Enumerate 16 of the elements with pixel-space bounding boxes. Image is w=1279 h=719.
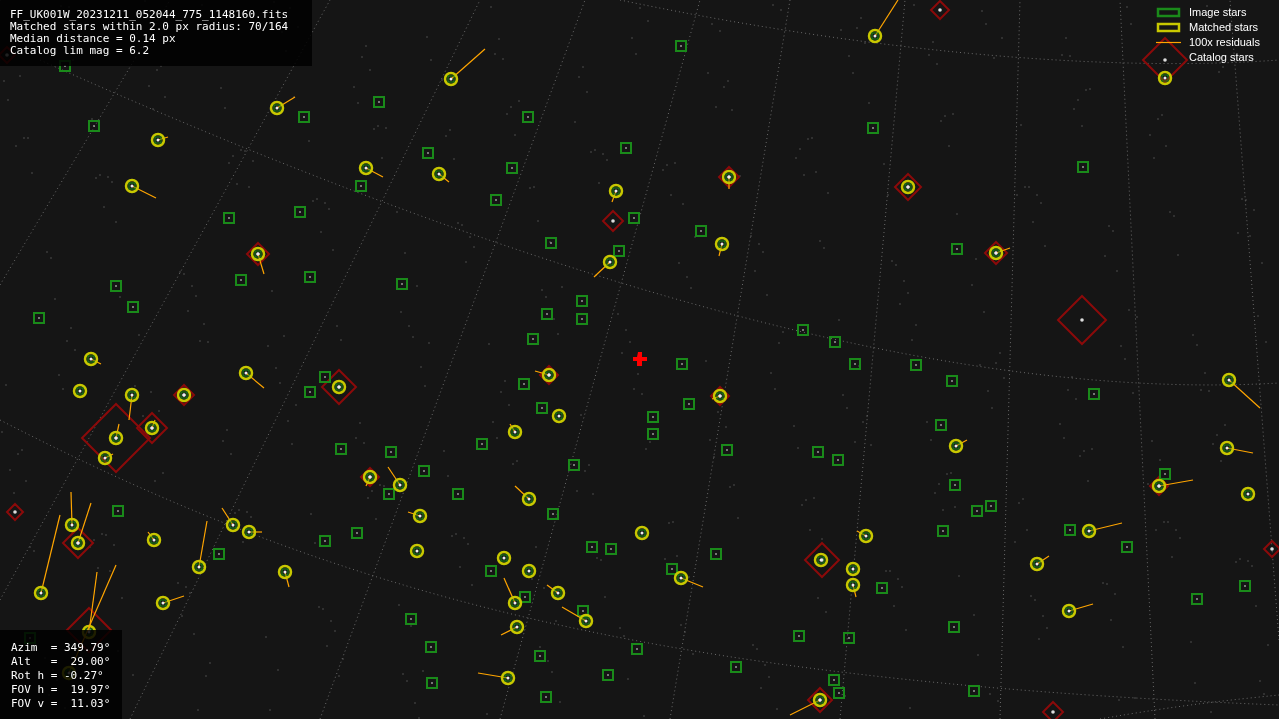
pointing-line: Alt = 29.00° (11, 655, 111, 669)
pointing-line: FOV h = 19.97° (11, 683, 111, 697)
pointing-line: Azim = 349.79° (11, 641, 111, 655)
info-line: Catalog lim mag = 6.2 (10, 45, 151, 57)
legend-label: Catalog stars (1189, 49, 1254, 65)
pointing-line: Rot h = -0.27° (11, 669, 105, 683)
info-line: Median distance = 0.14 px (10, 33, 177, 45)
legend-label: Matched stars (1189, 19, 1259, 35)
legend-label: Image stars (1189, 4, 1247, 20)
pointing-line: FOV v = 11.03° (11, 697, 111, 711)
crosshair-icon (633, 352, 647, 366)
info-line: FF_UK001W_20231211_052044_775_1148160.fits (10, 9, 290, 21)
matched-star-swatch-icon (1156, 21, 1181, 33)
info-line: Matched stars within 2.0 px radius: 70/164 (10, 21, 290, 33)
image-star-swatch-icon (1156, 6, 1181, 18)
legend-label: 100x residuals (1189, 34, 1260, 50)
